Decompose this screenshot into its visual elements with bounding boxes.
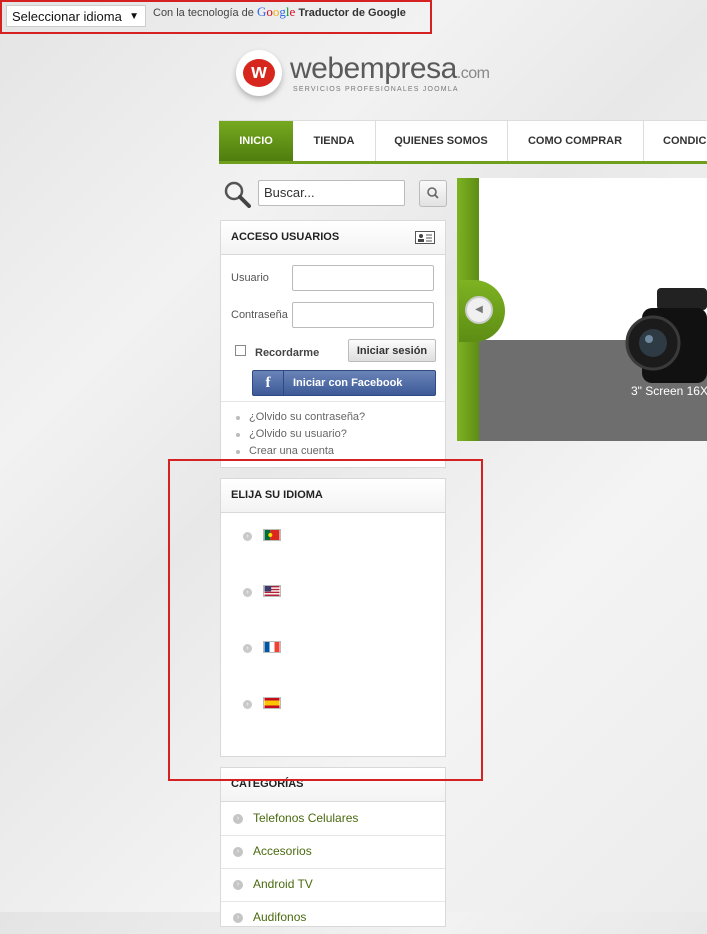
search-button[interactable] (419, 180, 447, 207)
magnifier-icon (224, 181, 251, 208)
google-translate-bar: Seleccionar idioma ▼ Con la tecnología d… (0, 0, 432, 34)
logo-tagline: SERVICIOS PROFESIONALES JOOMLA (293, 86, 459, 93)
category-label: Telefonos Celulares (253, 811, 359, 825)
category-label: Android TV (253, 877, 313, 891)
google-logo[interactable]: Google (257, 4, 295, 19)
nav-item-tienda[interactable]: TIENDA (293, 121, 376, 161)
nav-item-como-comprar[interactable]: COMO COMPRAR (507, 121, 644, 161)
logo-name: webempresa (290, 52, 457, 85)
product-slider: ◀ 3" Screen 16X (457, 178, 707, 441)
slider-prev-button[interactable]: ◀ (459, 280, 505, 342)
category-item[interactable]: › Android TV (221, 868, 445, 902)
login-title: ACCESO USUARIOS (231, 231, 340, 243)
chevron-right-icon: › (233, 880, 243, 890)
logo-mark: w (236, 50, 282, 96)
facebook-login-button[interactable]: f Iniciar con Facebook (252, 370, 436, 396)
category-item[interactable]: › Audifonos (221, 901, 445, 934)
dropdown-arrow-icon: ▼ (129, 11, 139, 22)
search-input[interactable]: Buscar... (258, 180, 405, 206)
chevron-right-icon: › (233, 847, 243, 857)
login-button[interactable]: Iniciar sesión (348, 339, 436, 362)
translate-link[interactable]: Traductor de Google (298, 7, 406, 19)
powered-prefix: Con la tecnología de (153, 7, 254, 19)
language-select-value: Seleccionar idioma (12, 9, 122, 24)
facebook-login-label: Iniciar con Facebook (293, 377, 403, 389)
powered-by-google: Con la tecnología de Google Traductor de… (153, 4, 406, 20)
category-label: Audifonos (253, 910, 307, 924)
category-item[interactable]: › Accesorios (221, 835, 445, 869)
login-module: ACCESO USUARIOS Usuario Contraseña Recor… (220, 220, 446, 468)
chevron-right-icon: › (233, 913, 243, 923)
logo-w-icon: w (243, 59, 275, 87)
slider-caption: 3" Screen 16X (631, 384, 707, 398)
remember-checkbox[interactable] (235, 345, 246, 356)
links-divider (221, 401, 445, 402)
create-account-link[interactable]: Crear una cuenta (236, 445, 334, 457)
nav-item-condiciones[interactable]: CONDIC (643, 121, 707, 161)
categories-module: CATEGORÍAS › Telefonos Celulares › Acces… (220, 767, 446, 927)
logo-text: webempresa.com (290, 52, 490, 86)
language-select[interactable]: Seleccionar idioma ▼ (6, 5, 146, 27)
username-label: Usuario (231, 272, 269, 284)
id-card-icon (415, 231, 435, 244)
highlight-box (168, 459, 483, 781)
forgot-username-link[interactable]: ¿Olvido su usuario? (236, 428, 347, 440)
nav-item-inicio[interactable]: INICIO (219, 121, 293, 161)
password-input[interactable] (292, 302, 434, 328)
main-nav: INICIO TIENDA QUIENES SOMOS COMO COMPRAR… (219, 120, 707, 164)
remember-label: Recordarme (255, 347, 320, 359)
login-module-header: ACCESO USUARIOS (221, 221, 445, 255)
facebook-icon: f (253, 371, 284, 395)
logo-domain: .com (456, 65, 490, 82)
chevron-right-icon: › (233, 814, 243, 824)
nav-item-quienes-somos[interactable]: QUIENES SOMOS (375, 121, 508, 161)
password-label: Contraseña (231, 309, 288, 321)
username-input[interactable] (292, 265, 434, 291)
search-placeholder: Buscar... (264, 185, 315, 200)
search-icon (427, 187, 439, 199)
chevron-left-icon: ◀ (465, 296, 493, 324)
category-item[interactable]: › Telefonos Celulares (221, 802, 445, 836)
forgot-password-link[interactable]: ¿Olvido su contraseña? (235, 411, 365, 423)
category-label: Accesorios (253, 844, 312, 858)
